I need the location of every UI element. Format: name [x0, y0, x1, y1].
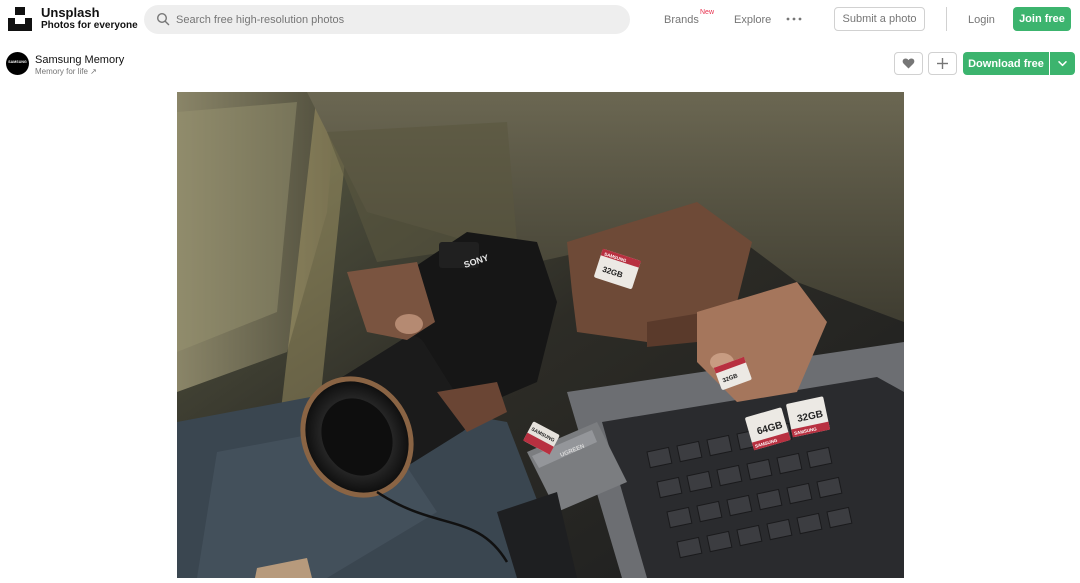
- submit-photo-button[interactable]: Submit a photo: [834, 7, 925, 31]
- add-to-collection-button[interactable]: [928, 52, 957, 75]
- main-photo[interactable]: UGREEN SAMSUNG SONY SAMSUNG 32GB 32GB 64…: [177, 92, 904, 578]
- login-link[interactable]: Login: [968, 14, 995, 26]
- author-name[interactable]: Samsung Memory: [35, 54, 124, 66]
- search-bar[interactable]: [144, 5, 630, 34]
- join-free-button[interactable]: Join free: [1013, 7, 1071, 31]
- download-size-dropdown[interactable]: [1050, 52, 1075, 75]
- heart-icon: [902, 58, 915, 69]
- brand-subtitle: Photos for everyone: [41, 20, 138, 31]
- like-button[interactable]: [894, 52, 923, 75]
- top-header: Unsplash Photos for everyone Brands New …: [0, 0, 1080, 40]
- more-options-icon[interactable]: [786, 16, 802, 22]
- chevron-down-icon: [1058, 61, 1067, 67]
- nav-explore-link[interactable]: Explore: [734, 14, 771, 26]
- brand-title[interactable]: Unsplash: [41, 6, 100, 20]
- search-icon[interactable]: [156, 12, 170, 26]
- new-badge: New: [700, 9, 715, 16]
- author-link[interactable]: Memory for life ↗: [35, 67, 97, 76]
- nav-brands-link[interactable]: Brands: [664, 14, 699, 26]
- photo-illustration: UGREEN SAMSUNG SONY SAMSUNG 32GB 32GB 64…: [177, 92, 904, 578]
- download-button[interactable]: Download free: [963, 52, 1049, 75]
- unsplash-logo-icon[interactable]: [8, 7, 32, 31]
- plus-icon: [937, 58, 948, 69]
- search-input[interactable]: [176, 5, 616, 34]
- nav-divider: [946, 7, 947, 31]
- avatar-text: SAMSUNG: [8, 60, 27, 64]
- author-avatar[interactable]: SAMSUNG: [6, 52, 29, 75]
